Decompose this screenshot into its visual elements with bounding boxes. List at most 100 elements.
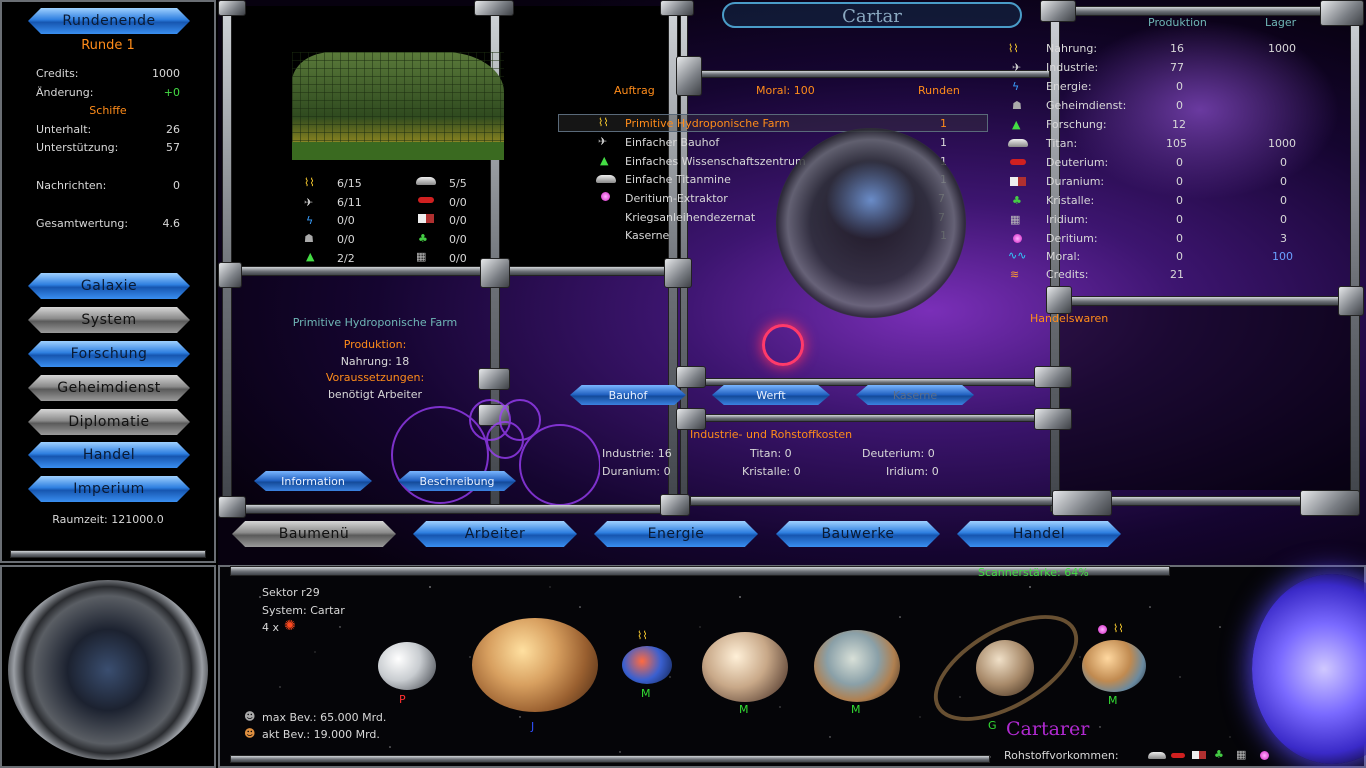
research-icon: ▲ [600, 154, 609, 167]
order-item-name[interactable]: Deritium-Extraktor [625, 192, 728, 205]
planet-gas-giant[interactable] [472, 618, 598, 712]
resource-label: Industrie: [1046, 61, 1099, 74]
credits-value: 1000 [152, 67, 180, 80]
planet-m2[interactable] [702, 632, 788, 702]
resource-store: 100 [1272, 250, 1293, 263]
dilithium-icon [1013, 234, 1022, 243]
tab-trade[interactable]: Handel [957, 521, 1121, 547]
food-icon: ⌇⌇ [1008, 42, 1019, 55]
system-name-label: System: Cartar [262, 604, 345, 617]
order-item-name[interactable]: Primitive Hydroponische Farm [625, 117, 790, 130]
frame-knob [1040, 0, 1076, 22]
planet-class-label: M [641, 687, 651, 700]
planet-m3[interactable] [814, 630, 900, 702]
tab-kaserne[interactable]: Kaserne [856, 385, 974, 405]
tab-build-menu[interactable]: Baumenü [232, 521, 396, 547]
resource-label: Moral: [1046, 250, 1081, 263]
production-label: Produktion: [343, 338, 407, 351]
resource-prod: 0 [1176, 232, 1183, 245]
tab-workers[interactable]: Arbeiter [413, 521, 577, 547]
orders-col-moral: Moral: 100 [756, 84, 815, 97]
frame-v-6 [1350, 6, 1360, 506]
frame-knob [218, 496, 246, 518]
description-button[interactable]: Beschreibung [398, 471, 516, 491]
tab-bauhof[interactable]: Bauhof [570, 385, 686, 405]
frame-v-1 [222, 6, 232, 512]
resource-store: 0 [1280, 175, 1287, 188]
order-item-name[interactable]: Einfaches Wissenschaftszentrum [625, 155, 806, 168]
order-item-name[interactable]: Einfache Titanmine [625, 173, 731, 186]
nav-system-button[interactable]: System [28, 307, 190, 333]
order-item-name[interactable]: Kaserne [625, 229, 669, 242]
resource-store: 0 [1280, 213, 1287, 226]
food-icon: ⌇⌇ [598, 116, 609, 129]
tab-energy[interactable]: Energie [594, 521, 758, 547]
duranium-icon [1010, 177, 1026, 186]
resource-label: Geheimdienst: [1046, 99, 1127, 112]
cost-industry: Industrie: 16 [602, 447, 672, 460]
frame-h-2 [222, 504, 688, 514]
change-value: +0 [163, 86, 180, 99]
system-view-bottom-bar [230, 755, 990, 763]
resource-label: Forschung: [1046, 118, 1107, 131]
order-item-name[interactable]: Einfacher Bauhof [625, 136, 719, 149]
left-panel-scrollbar[interactable] [10, 550, 206, 558]
titan-icon [416, 177, 436, 185]
stat-intel: 0/0 [337, 233, 355, 246]
planet-p[interactable] [378, 642, 436, 690]
frame-knob [480, 258, 510, 288]
resource-prod: 16 [1170, 42, 1184, 55]
resource-label: Nahrung: [1046, 42, 1098, 55]
tab-werft[interactable]: Werft [712, 385, 830, 405]
planet-m1[interactable] [622, 646, 672, 684]
deuterium-icon [1010, 159, 1026, 165]
information-button[interactable]: Information [254, 471, 372, 491]
stat-iridium: 0/0 [449, 252, 467, 265]
frame-h-5 [690, 414, 1050, 422]
resource-label: Kristalle: [1046, 194, 1095, 207]
frame-knob [474, 0, 514, 16]
dilithium-icon [601, 192, 610, 201]
industry-icon: ✈ [304, 196, 314, 209]
nav-diplomacy-button[interactable]: Diplomatie [28, 409, 190, 435]
frame-knob [1052, 490, 1112, 516]
resource-label: Energie: [1046, 80, 1092, 93]
black-pane-res [1060, 300, 1360, 490]
messages-value: 0 [173, 179, 180, 192]
iridium-icon: ▦ [1236, 748, 1247, 761]
order-item-name[interactable]: Kriegsanleihendezernat [625, 211, 755, 224]
upkeep-value: 26 [166, 123, 180, 136]
nav-galaxy-button[interactable]: Galaxie [28, 273, 190, 299]
food-icon: ⌇⌇ [637, 629, 648, 642]
industry-icon: ✈ [1012, 61, 1022, 74]
nav-intel-button[interactable]: Geheimdienst [28, 375, 190, 401]
stat-food: 6/15 [337, 177, 362, 190]
end-turn-button[interactable]: Rundenende [28, 8, 190, 34]
costs-title: Industrie- und Rohstoffkosten [690, 428, 853, 441]
frame-h-1 [222, 266, 688, 276]
order-item-rounds: 1 [940, 117, 947, 130]
planet-class-label: G [988, 719, 997, 732]
resource-prod: 0 [1176, 250, 1183, 263]
resource-label: Credits: [1046, 268, 1089, 281]
credits-label: Credits: [36, 67, 79, 80]
nav-empire-button[interactable]: Imperium [28, 476, 190, 502]
food-icon: ⌇⌇ [1113, 622, 1124, 635]
nav-research-button[interactable]: Forschung [28, 341, 190, 367]
planet-m4[interactable] [1082, 640, 1146, 692]
stat-energy: 0/0 [337, 214, 355, 227]
frame-knob [676, 56, 702, 96]
crystal-icon: ♣ [1012, 194, 1022, 207]
research-icon: ▲ [306, 250, 315, 263]
spacetime-label: Raumzeit: 121000.0 [52, 513, 164, 526]
tab-buildings[interactable]: Bauwerke [776, 521, 940, 547]
requirements-value: benötigt Arbeiter [327, 388, 423, 401]
stat-deuterium: 0/0 [449, 196, 467, 209]
nav-trade-button[interactable]: Handel [28, 442, 190, 468]
dilithium-icon [1260, 751, 1269, 760]
planet-class-label: P [399, 693, 406, 706]
red-flare [762, 324, 804, 366]
fleet-icon[interactable]: ✺ [284, 618, 300, 634]
resources-table: ⌇⌇ Nahrung: 16 1000 ✈ Industrie: 77 ϟ Energie:… [1000, 40, 1350, 281]
moral-icon: ∿∿ [1008, 249, 1027, 262]
